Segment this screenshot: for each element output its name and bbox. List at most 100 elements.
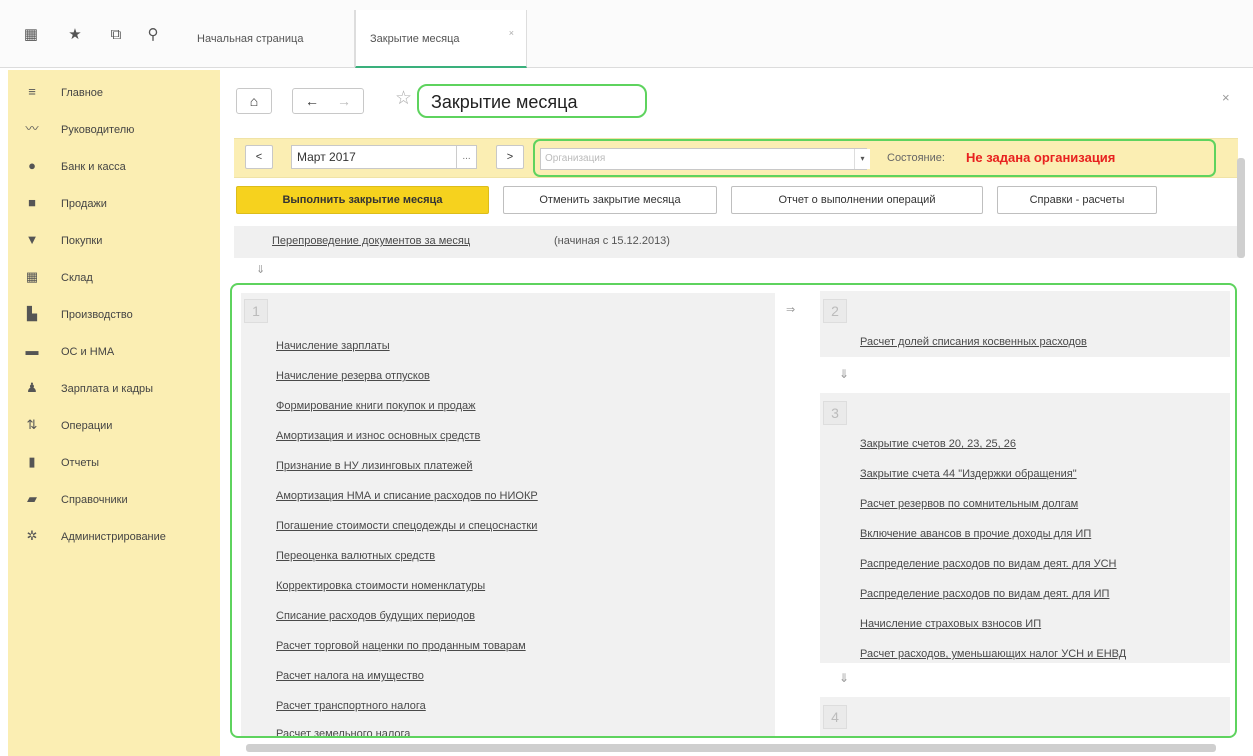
sidebar-item-label: ОС и НМА <box>61 346 115 358</box>
sidebar-item-catalogs[interactable]: ▰ Справочники <box>8 489 220 511</box>
sidebar-item-label: Банк и касса <box>61 161 126 173</box>
top-bar: ▦ ★ ⧉ ⚲ Начальная страница Закрытие меся… <box>0 0 1253 68</box>
month-value: Март 2017 <box>297 150 356 164</box>
stage-number: 2 <box>823 299 847 323</box>
operation-link[interactable]: Расчет долей списания косвенных расходов <box>860 335 1087 349</box>
tab-month-close-label: Закрытие месяца <box>370 33 460 45</box>
tab-month-close[interactable]: Закрытие месяца × <box>355 10 527 68</box>
history-nav: ← → <box>292 88 364 114</box>
operation-link[interactable]: Расчет транспортного налога <box>276 699 426 713</box>
back-button[interactable]: ← <box>305 89 319 113</box>
tab-home[interactable]: Начальная страница <box>183 10 355 68</box>
operation-link[interactable]: Распределение расходов по видам деят. дл… <box>860 587 1109 601</box>
sidebar-item-label: Покупки <box>61 235 103 247</box>
repost-hint: (начиная с 15.12.2013) <box>554 235 670 247</box>
operations-icon: ⇅ <box>26 417 38 432</box>
operation-link[interactable]: Распределение расходов по видам деят. дл… <box>860 557 1117 571</box>
repost-documents-link[interactable]: Перепроведение документов за месяц <box>272 235 470 247</box>
horizontal-scrollbar[interactable] <box>246 744 1216 752</box>
favorite-star-icon[interactable]: ☆ <box>395 89 412 109</box>
organization-placeholder: Организация <box>545 153 606 164</box>
operation-link[interactable]: Амортизация НМА и списание расходов по Н… <box>276 489 538 503</box>
title-highlight: Закрытие месяца <box>417 84 647 118</box>
history-icon[interactable]: ⧉ <box>107 26 125 44</box>
star-icon[interactable]: ★ <box>66 26 84 44</box>
operation-link[interactable]: Включение авансов в прочие доходы для ИП <box>860 527 1091 541</box>
month-field[interactable]: Март 2017 ... <box>291 145 477 169</box>
vertical-scrollbar[interactable] <box>1236 138 1246 742</box>
sidebar-item-admin[interactable]: ✲ Администрирование <box>8 526 220 548</box>
sidebar-item-reports[interactable]: ▮ Отчеты <box>8 452 220 474</box>
sidebar-item-label: Отчеты <box>61 457 100 469</box>
sidebar-item-production[interactable]: ▙ Производство <box>8 304 220 326</box>
calculations-help-button[interactable]: Справки - расчеты <box>997 186 1157 214</box>
operation-link[interactable]: Амортизация и износ основных средств <box>276 429 480 443</box>
operation-link[interactable]: Расчет резервов по сомнительным долгам <box>860 497 1078 511</box>
sidebar-item-label: Администрирование <box>61 531 166 543</box>
repost-row: Перепроведение документов за месяц (начи… <box>234 226 1238 258</box>
operation-link[interactable]: Корректировка стоимости номенклатуры <box>276 579 485 593</box>
operation-link[interactable]: Расчет торговой наценки по проданным тов… <box>276 639 526 653</box>
arrow-down-icon: ⇓ <box>839 671 850 685</box>
sidebar-item-label: Производство <box>61 309 133 321</box>
operation-link[interactable]: Переоценка валютных средств <box>276 549 435 563</box>
state-label: Состояние: <box>887 152 945 164</box>
month-picker-button[interactable]: ... <box>456 146 476 168</box>
sidebar-item-purchases[interactable]: ▼ Покупки <box>8 230 220 252</box>
stage-number: 3 <box>823 401 847 425</box>
chart-line-icon: 〰 <box>25 121 39 136</box>
page-title: Закрытие месяца <box>431 92 578 112</box>
apps-grid-icon[interactable]: ▦ <box>22 26 40 44</box>
chevron-down-icon[interactable]: ▾ <box>854 149 870 169</box>
forward-button[interactable]: → <box>337 89 351 113</box>
cancel-close-month-button[interactable]: Отменить закрытие месяца <box>503 186 717 214</box>
sidebar-item-manager[interactable]: 〰 Руководителю <box>8 119 220 141</box>
sidebar-item-main[interactable]: ≡ Главное <box>8 82 220 104</box>
truck-icon: ▬ <box>25 343 39 358</box>
sidebar-item-label: Зарплата и кадры <box>61 383 154 395</box>
warehouse-icon: ▦ <box>25 269 39 284</box>
bag-icon: ■ <box>28 195 36 210</box>
home-button[interactable]: ⌂ <box>236 88 272 114</box>
operation-link[interactable]: Расчет земельного налога <box>276 727 410 736</box>
sidebar-item-label: Главное <box>61 87 104 99</box>
stage-4-panel: 4 <box>820 697 1230 736</box>
gear-icon: ✲ <box>26 528 38 543</box>
tab-close-icon[interactable]: × <box>509 28 514 38</box>
cart-icon: ▼ <box>25 232 39 247</box>
operation-link[interactable]: Закрытие счетов 20, 23, 25, 26 <box>860 437 1016 451</box>
operation-link[interactable]: Погашение стоимости спецодежды и спецосн… <box>276 519 537 533</box>
scrollbar-thumb[interactable] <box>1237 158 1245 258</box>
operations-report-button[interactable]: Отчет о выполнении операций <box>731 186 983 214</box>
operation-link[interactable]: Списание расходов будущих периодов <box>276 609 475 623</box>
close-icon[interactable]: × <box>1222 90 1230 105</box>
stage-3-panel: 3 Закрытие счетов 20, 23, 25, 26 Закрыти… <box>820 393 1230 663</box>
prev-month-button[interactable]: < <box>245 145 273 169</box>
operation-link[interactable]: Закрытие счета 44 "Издержки обращения" <box>860 467 1077 481</box>
sidebar-item-salary[interactable]: ♟ Зарплата и кадры <box>8 378 220 400</box>
operation-link[interactable]: Начисление зарплаты <box>276 339 390 353</box>
operation-link[interactable]: Начисление резерва отпусков <box>276 369 430 383</box>
operation-link[interactable]: Расчет налога на имущество <box>276 669 424 683</box>
arrow-down-icon: ⇓ <box>256 264 266 276</box>
operation-link[interactable]: Признание в НУ лизинговых платежей <box>276 459 473 473</box>
sidebar-item-bank[interactable]: ● Банк и касса <box>8 156 220 178</box>
operation-link[interactable]: Начисление страховых взносов ИП <box>860 617 1041 631</box>
close-month-button[interactable]: Выполнить закрытие месяца <box>236 186 489 214</box>
sidebar-item-warehouse[interactable]: ▦ Склад <box>8 267 220 289</box>
sidebar-item-operations[interactable]: ⇅ Операции <box>8 415 220 437</box>
arrow-down-icon: ⇓ <box>839 367 850 381</box>
state-value: Не задана организация <box>966 150 1116 165</box>
operation-link[interactable]: Расчет расходов, уменьшающих налог УСН и… <box>860 647 1126 661</box>
operation-link[interactable]: Формирование книги покупок и продаж <box>276 399 476 413</box>
sidebar-item-sales[interactable]: ■ Продажи <box>8 193 220 215</box>
sidebar-item-assets[interactable]: ▬ ОС и НМА <box>8 341 220 363</box>
next-month-button[interactable]: > <box>496 145 524 169</box>
search-icon[interactable]: ⚲ <box>144 26 162 44</box>
sidebar-item-label: Руководителю <box>61 124 135 136</box>
organization-field[interactable]: Организация <box>540 148 867 170</box>
stage-number: 4 <box>823 705 847 729</box>
home-icon: ⌂ <box>249 93 259 109</box>
sidebar: ≡ Главное 〰 Руководителю ● Банк и касса ■ Пр… <box>8 70 220 756</box>
org-highlight: Организация ▾ Состояние: Не задана орган… <box>533 139 1216 177</box>
